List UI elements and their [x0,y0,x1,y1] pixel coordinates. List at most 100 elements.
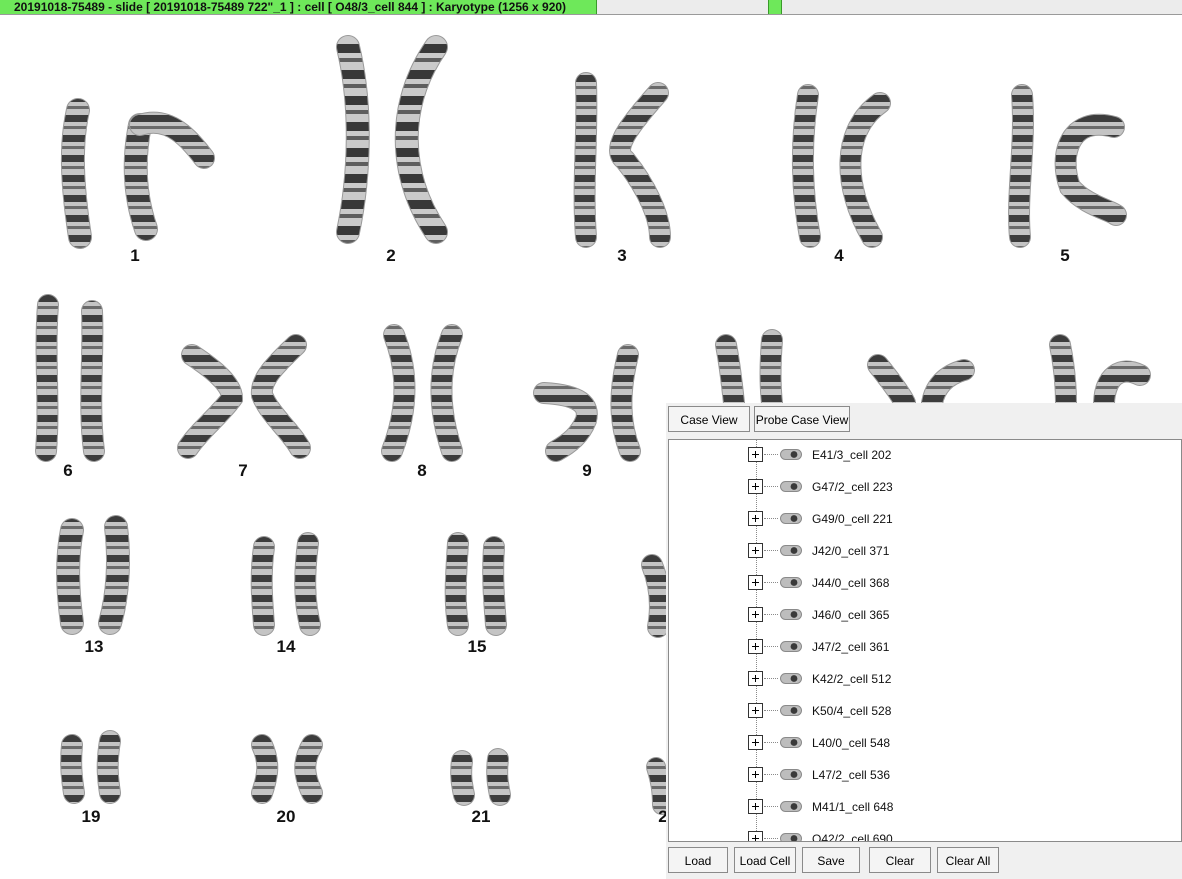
tree-item[interactable]: O42/2_cell 690 [669,829,1179,841]
tree-item[interactable]: G49/0_cell 221 [669,509,1179,529]
chromosome [124,114,157,240]
tree-item[interactable]: L47/2_cell 536 [669,765,1179,785]
tree-branch-line [764,806,778,807]
plus-box-icon[interactable] [748,511,763,526]
tree-item-label: M41/1_cell 648 [812,800,894,814]
plus-box-icon[interactable] [748,767,763,782]
tree-branch-line [764,710,778,711]
tree-item-label: J44/0_cell 368 [812,576,890,590]
cell-capsule-icon [780,673,802,684]
clear-button[interactable]: Clear [869,847,931,873]
cell-capsule-icon [780,449,802,460]
tree-item-label: L47/2_cell 536 [812,768,891,782]
cell-capsule-icon [780,705,802,716]
tree-item[interactable]: L40/0_cell 548 [669,733,1179,753]
tree-item-label: K50/4_cell 528 [812,704,892,718]
chromosome [611,345,640,461]
chromosome-number-label: 6 [63,461,72,480]
tree-item[interactable]: M41/1_cell 648 [669,797,1179,817]
cell-capsule-icon [780,577,802,588]
plus-box-icon[interactable] [748,543,763,558]
chromosome [445,533,468,635]
cell-capsule-icon [780,609,802,620]
tree-branch-line [764,774,778,775]
chromosome [81,301,104,461]
tree-item[interactable]: J46/0_cell 365 [669,605,1179,625]
chromosome-number-label: 9 [582,461,591,480]
chromosome [792,85,820,247]
tree-item[interactable]: K50/4_cell 528 [669,701,1179,721]
chromosome-number-label: 1 [130,246,139,265]
tree-item-label: L40/0_cell 548 [812,736,891,750]
chromosome-number-label: 4 [834,246,844,265]
tree-item[interactable]: K42/2_cell 512 [669,669,1179,689]
tree-branch-line [764,838,778,839]
chromosome [647,758,671,814]
chromosome [36,295,58,461]
chromosome-number-label: 21 [472,807,491,826]
plus-box-icon[interactable] [748,799,763,814]
clear-all-button[interactable]: Clear All [937,847,999,873]
cell-tree[interactable]: E41/3_cell 202 G47/2_cell 223 G49/0_cell 2… [668,439,1182,842]
tree-branch-line [764,582,778,583]
tree-branch-line [764,614,778,615]
chromosome [1009,85,1033,247]
tab-probe-case-view[interactable]: Probe Case View [754,406,850,432]
tree-item[interactable]: J42/0_cell 371 [669,541,1179,561]
title-secondary-indicator [768,0,782,14]
chromosome [251,537,274,635]
chromosome-number-label: 7 [238,461,247,480]
cell-capsule-icon [780,481,802,492]
save-button[interactable]: Save [802,847,860,873]
chromosome [451,751,474,805]
chromosome [337,36,369,243]
chromosome-number-label: 15 [468,637,487,656]
tree-branch-line [764,518,778,519]
tree-item[interactable]: G47/2_cell 223 [669,477,1179,497]
chromosome-number-label: 20 [277,807,296,826]
chromosome [840,93,890,247]
tree-item-label: J46/0_cell 365 [812,608,890,622]
tree-branch-line [764,678,778,679]
tree-item[interactable]: E41/3_cell 202 [669,445,1179,465]
plus-box-icon[interactable] [748,575,763,590]
tab-case-view[interactable]: Case View [668,406,750,432]
plus-box-icon[interactable] [748,607,763,622]
plus-box-icon[interactable] [748,479,763,494]
tree-item[interactable]: J47/2_cell 361 [669,637,1179,657]
plus-box-icon[interactable] [748,447,763,462]
chromosome [431,325,462,461]
chromosome [295,533,320,635]
cell-capsule-icon [780,737,802,748]
title-bar: 20191018-75489 - slide [ 20191018-75489 … [0,0,1182,15]
chromosome [57,519,83,634]
plus-box-icon[interactable] [748,703,763,718]
chromosome [574,73,597,247]
tree-item-label: E41/3_cell 202 [812,448,892,462]
cell-capsule-icon [780,769,802,780]
chromosome [295,735,322,803]
plus-box-icon[interactable] [748,831,763,841]
chromosome [252,735,278,803]
chromosome [642,555,670,637]
chromosome-number-label: 13 [85,637,104,656]
plus-box-icon[interactable] [748,671,763,686]
chromosome [251,335,310,458]
tree-branch-line [764,550,778,551]
load-cell-button[interactable]: Load Cell [734,847,796,873]
chromosome [97,731,120,803]
plus-box-icon[interactable] [748,639,763,654]
tree-branch-line [764,486,778,487]
chromosome-number-label: 14 [277,637,296,656]
chromosome [487,749,510,805]
chromosome-number-label: 2 [386,246,395,265]
chromosome-number-label: 3 [617,246,626,265]
load-button[interactable]: Load [668,847,728,873]
chromosome [760,330,782,413]
cell-capsule-icon [780,801,802,812]
chromosome [61,99,91,248]
chromosome-number-label: 5 [1060,246,1069,265]
tree-branch-line [764,742,778,743]
plus-box-icon[interactable] [748,735,763,750]
tree-item[interactable]: J44/0_cell 368 [669,573,1179,593]
